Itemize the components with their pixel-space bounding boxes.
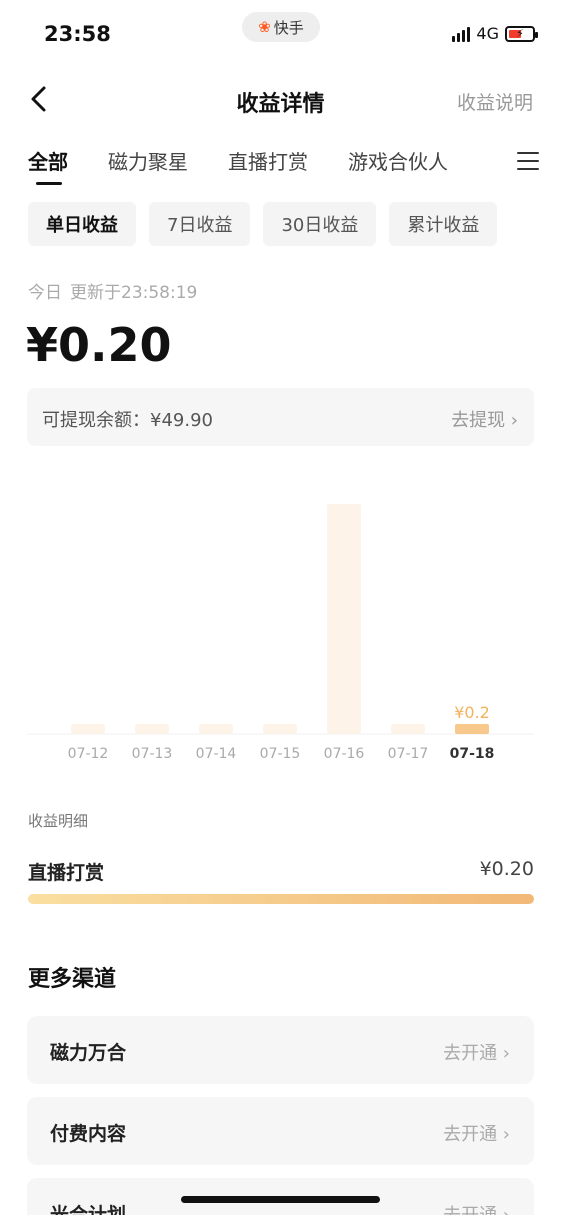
channel-card-magnetic-wanhe[interactable]: 磁力万合 去开通 ›: [27, 1016, 534, 1084]
status-indicators: 4G ⚡: [452, 24, 538, 43]
navigation-bar: 收益详情 收益说明: [0, 74, 561, 126]
tab-game-partner[interactable]: 游戏合伙人: [348, 146, 448, 175]
chip-7-day[interactable]: 7日收益: [149, 202, 251, 246]
detail-row-live-tips: 直播打赏 ¥0.20: [28, 858, 534, 886]
chart-tick-label: 07-12: [68, 746, 109, 762]
chart-bar-07-16[interactable]: [327, 504, 361, 734]
detail-source-name: 直播打赏: [28, 862, 105, 884]
network-type: 4G: [476, 24, 499, 43]
chip-daily[interactable]: 单日收益: [28, 202, 136, 246]
chart-tick-label: 07-15: [260, 746, 301, 762]
chart-bar-07-12[interactable]: [71, 724, 105, 734]
channel-name: 磁力万合: [50, 1042, 127, 1064]
tab-live-tips[interactable]: 直播打赏: [228, 146, 308, 175]
chart-bar-07-14[interactable]: [199, 724, 233, 734]
detail-source-value: ¥0.20: [479, 858, 534, 880]
channel-card-paid-content[interactable]: 付费内容 去开通 ›: [27, 1097, 534, 1165]
update-time: 更新于23:58:19: [70, 283, 198, 303]
withdrawable-balance-row: 可提现余额：¥49.90 去提现 ›: [27, 388, 534, 446]
channel-name: 付费内容: [50, 1123, 127, 1145]
detail-share-bar: [28, 894, 534, 904]
more-channels-title: 更多渠道: [28, 967, 117, 992]
withdrawable-balance: 可提现余额：¥49.90: [42, 410, 213, 431]
signal-strength-icon: [452, 26, 471, 42]
chart-svg: 07-12 07-13 07-14 07-15 07-16 07-17 07-18 ¥0.2: [27, 504, 534, 762]
app-name: 快手: [273, 18, 304, 37]
earnings-detail-header: 收益明细: [28, 812, 89, 830]
earnings-explanation-link[interactable]: 收益说明: [457, 88, 533, 115]
daily-earnings-chart: 07-12 07-13 07-14 07-15 07-16 07-17 07-18 ¥0.2: [27, 470, 534, 770]
chart-tick-label: 07-16: [324, 746, 365, 762]
tab-all[interactable]: 全部: [28, 146, 68, 185]
channel-activate-link[interactable]: 去开通 ›: [443, 1120, 510, 1146]
app-indicator-pill[interactable]: ❀ 快手: [242, 12, 320, 42]
day-label: 今日: [28, 283, 62, 303]
earnings-amount: ¥0.20: [26, 318, 172, 372]
status-time: 23:58: [44, 22, 111, 46]
update-info: 今日 更新于23:58:19: [28, 278, 197, 303]
period-selector: 单日收益 7日收益 30日收益 累计收益: [28, 202, 498, 246]
chart-tick-label: 07-13: [132, 746, 173, 762]
chart-bar-07-13[interactable]: [135, 724, 169, 734]
status-bar: 23:58 ❀ 快手 4G ⚡: [0, 0, 561, 70]
channel-activate-link[interactable]: 去开通 ›: [443, 1039, 510, 1065]
chart-bar-07-18[interactable]: [455, 724, 489, 734]
chip-30-day[interactable]: 30日收益: [263, 202, 377, 246]
channel-name: 光合计划: [50, 1204, 127, 1215]
chart-tick-label: 07-18: [450, 746, 495, 762]
battery-charging-icon: ⚡: [505, 25, 538, 42]
menu-icon[interactable]: [517, 152, 539, 170]
withdraw-button[interactable]: 去提现 ›: [451, 406, 518, 432]
chart-tick-label: 07-14: [196, 746, 237, 762]
home-indicator[interactable]: [181, 1196, 380, 1203]
chart-bar-07-15[interactable]: [263, 724, 297, 734]
chart-tick-label: 07-17: [388, 746, 429, 762]
chart-value-label: ¥0.2: [454, 703, 490, 722]
category-tabs: 全部 磁力聚星 直播打赏 游戏合伙人: [28, 146, 539, 190]
channel-activate-link[interactable]: 去开通 ›: [443, 1201, 510, 1215]
chip-cumulative[interactable]: 累计收益: [389, 202, 498, 246]
chart-bar-07-17[interactable]: [391, 724, 425, 734]
kuaishou-logo-icon: ❀: [258, 18, 271, 36]
tab-magnetic-star[interactable]: 磁力聚星: [108, 146, 188, 175]
